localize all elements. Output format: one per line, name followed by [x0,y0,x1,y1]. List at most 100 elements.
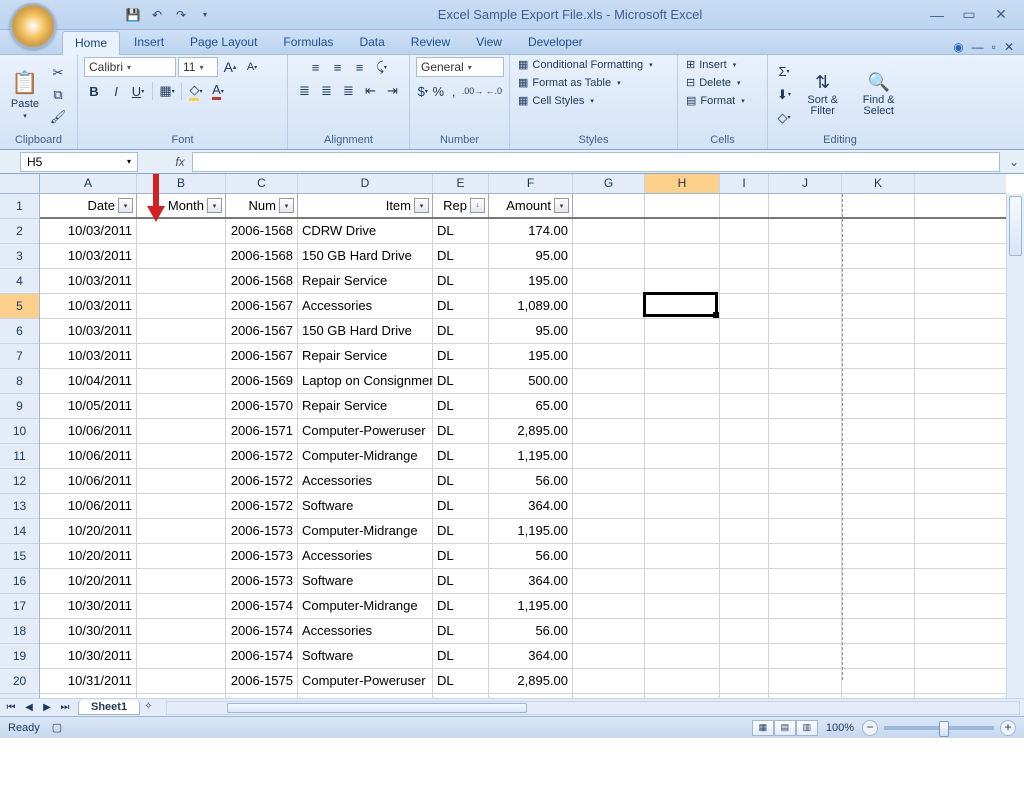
cell[interactable]: Computer-Midrange [298,519,433,543]
cell[interactable]: 10/30/2011 [40,619,137,643]
cell[interactable]: 2006-1572 [226,444,298,468]
cell[interactable] [573,219,645,243]
cell[interactable] [769,294,842,318]
font-color-button[interactable]: A▾ [208,81,228,101]
align-bottom-icon[interactable]: ≡ [350,57,370,77]
row-header-7[interactable]: 7 [0,344,39,369]
cell[interactable]: 10/06/2011 [40,419,137,443]
cell[interactable] [645,394,720,418]
cell[interactable]: 10/30/2011 [40,644,137,668]
cell[interactable]: DL [433,344,489,368]
row-header-11[interactable]: 11 [0,444,39,469]
cell[interactable]: Accessories [298,294,433,318]
align-right-icon[interactable]: ≣ [339,81,359,101]
font-size-select[interactable]: 11▾ [178,57,218,77]
macro-record-icon[interactable]: ▢ [52,721,62,734]
cell[interactable]: 10/03/2011 [40,344,137,368]
cell[interactable] [769,219,842,243]
cell[interactable]: 2006-1573 [226,569,298,593]
last-sheet-icon[interactable]: ⏭ [56,702,74,713]
column-header-D[interactable]: D [298,174,433,193]
cell[interactable] [645,244,720,268]
cell[interactable] [842,294,915,318]
cell[interactable]: DL [433,269,489,293]
cell[interactable] [645,444,720,468]
tab-page-layout[interactable]: Page Layout [178,31,269,54]
column-header-K[interactable]: K [842,174,915,193]
cell[interactable]: 2006-1575 [226,669,298,693]
cell[interactable]: DL [433,319,489,343]
column-header-H[interactable]: H [645,174,720,193]
cell[interactable]: 2006-1572 [226,494,298,518]
cell[interactable]: 364.00 [489,494,573,518]
filter-header-date[interactable]: Date▾ [40,194,137,217]
paste-button[interactable]: 📋 Paste ▾ [6,68,44,122]
cell[interactable]: Repair Service [298,344,433,368]
cell[interactable]: 10/06/2011 [40,494,137,518]
page-layout-view-button[interactable]: ▤ [774,720,796,736]
cell[interactable] [842,319,915,343]
name-box[interactable]: H5▾ [20,152,138,172]
cell[interactable] [769,569,842,593]
clear-icon[interactable]: ◇▾ [774,108,794,128]
prev-sheet-icon[interactable]: ◀ [20,702,38,713]
cell[interactable] [720,594,769,618]
cell[interactable] [720,569,769,593]
cell[interactable]: 2006-1567 [226,294,298,318]
cell[interactable]: DL [433,444,489,468]
cell[interactable] [769,619,842,643]
cell[interactable] [645,369,720,393]
cell[interactable]: 2,895.00 [489,669,573,693]
row-header-13[interactable]: 13 [0,494,39,519]
maximize-button[interactable]: ▭ [958,6,980,24]
restore-workbook-icon[interactable]: ▫ [992,40,996,54]
horizontal-scrollbar[interactable] [166,701,1020,715]
cell[interactable] [573,369,645,393]
vertical-scrollbar[interactable] [1006,194,1024,698]
cell[interactable] [137,344,226,368]
cell[interactable] [645,269,720,293]
cell[interactable] [769,519,842,543]
cell[interactable] [573,194,645,217]
row-header-16[interactable]: 16 [0,569,39,594]
zoom-level[interactable]: 100% [826,722,854,734]
cell[interactable] [137,669,226,693]
cell[interactable]: Computer-Poweruser [298,669,433,693]
cell[interactable] [720,669,769,693]
cell[interactable] [720,444,769,468]
cell[interactable]: 56.00 [489,544,573,568]
cell[interactable]: DL [433,644,489,668]
cell[interactable]: DL [433,494,489,518]
cell[interactable] [769,444,842,468]
cell[interactable] [645,469,720,493]
cell[interactable] [842,444,915,468]
cell[interactable] [720,269,769,293]
increase-decimal-icon[interactable]: .00→ [462,81,482,101]
format-painter-icon[interactable]: 🖌 [48,107,68,127]
cell[interactable]: 364.00 [489,644,573,668]
row-header-2[interactable]: 2 [0,219,39,244]
cell[interactable] [842,619,915,643]
row-header-10[interactable]: 10 [0,419,39,444]
close-button[interactable]: ✕ [990,6,1012,24]
cell[interactable]: 10/31/2011 [40,669,137,693]
cell[interactable]: 2006-1573 [226,519,298,543]
office-button[interactable] [10,3,56,49]
cell[interactable]: 2006-1567 [226,344,298,368]
normal-view-button[interactable]: ▦ [752,720,774,736]
cell[interactable] [573,619,645,643]
cell[interactable]: 10/20/2011 [40,569,137,593]
row-header-20[interactable]: 20 [0,669,39,694]
cell[interactable]: 1,195.00 [489,444,573,468]
cell[interactable] [720,194,769,217]
cell[interactable]: 2006-1568 [226,219,298,243]
row-header-19[interactable]: 19 [0,644,39,669]
cell[interactable] [769,269,842,293]
cell[interactable] [645,544,720,568]
minimize-ribbon-icon[interactable]: — [972,40,984,54]
filter-dropdown-icon[interactable]: ▾ [414,198,429,213]
currency-icon[interactable]: $▾ [416,81,429,101]
undo-icon[interactable]: ↶ [148,6,166,24]
align-middle-icon[interactable]: ≡ [328,57,348,77]
qat-customize-icon[interactable]: ▾ [196,6,214,24]
